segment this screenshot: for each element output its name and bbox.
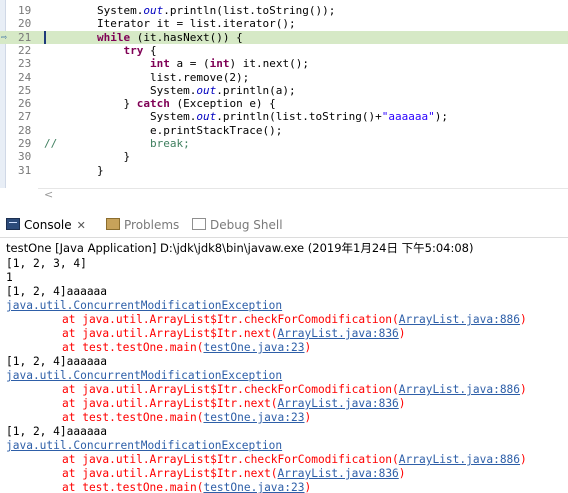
tab-console[interactable]: Console ✕: [6, 216, 86, 236]
console-stdout-line: [1, 2, 4]aaaaaa: [6, 285, 108, 298]
code-text: list.remove(2);: [44, 70, 250, 84]
tab-debug-shell-label: Debug Shell: [210, 218, 283, 232]
code-line[interactable]: 22 try {: [0, 44, 568, 57]
line-number: 29: [18, 137, 32, 150]
console-exception-line: java.util.ConcurrentModificationExceptio…: [6, 369, 566, 383]
source-location-link[interactable]: ArrayList.java:836: [278, 327, 399, 340]
exception-type-link[interactable]: java.util.ConcurrentModificationExceptio…: [6, 439, 282, 452]
code-line[interactable]: 23 int a = (int) it.next();: [0, 57, 568, 70]
source-location-link[interactable]: ArrayList.java:836: [278, 397, 399, 410]
console-stack-frame: at java.util.ArrayList$Itr.checkForComod…: [62, 383, 527, 396]
console-stack-frame: at java.util.ArrayList$Itr.next(ArrayLis…: [62, 327, 406, 340]
console-icon: [6, 218, 20, 230]
code-line[interactable]: 28 e.printStackTrace();: [0, 124, 568, 137]
line-number: 23: [18, 57, 32, 71]
code-line[interactable]: 24 list.remove(2);: [0, 71, 568, 84]
exception-type-link[interactable]: java.util.ConcurrentModificationExceptio…: [6, 369, 282, 382]
console-stack-frame: at java.util.ArrayList$Itr.checkForComod…: [62, 453, 527, 466]
tab-problems-label: Problems: [124, 218, 180, 232]
debug-shell-icon: [192, 218, 206, 230]
code-text: try {: [123, 43, 157, 57]
code-line[interactable]: 27 System.out.println(list.toString()+"a…: [0, 110, 568, 123]
code-text: System.out.println(list.toString()+"aaaa…: [44, 110, 449, 124]
code-text: System.out.println(list.toString());: [44, 4, 336, 17]
line-number: 24: [18, 70, 32, 84]
console-stdout-line: [1, 2, 3, 4]: [6, 257, 87, 270]
tab-problems[interactable]: Problems: [106, 216, 179, 236]
code-editor[interactable]: 19 System.out.println(list.toString()); 2…: [0, 0, 568, 188]
code-text: Iterator it = list.iterator();: [44, 17, 296, 31]
line-number: 25: [18, 83, 32, 97]
current-code-line[interactable]: ⇨ 21 while (it.hasNext()) {: [0, 30, 568, 44]
code-line[interactable]: 30 }: [0, 150, 568, 163]
editor-horizontal-scrollbar[interactable]: <: [38, 188, 568, 202]
code-line[interactable]: 25 System.out.println(a);: [0, 84, 568, 97]
console-stdout-line: [1, 2, 4]aaaaaa: [6, 425, 108, 438]
source-location-link[interactable]: ArrayList.java:886: [399, 383, 520, 396]
code-text: }: [44, 150, 131, 164]
code-text: }: [44, 163, 104, 177]
source-location-link[interactable]: ArrayList.java:886: [399, 313, 520, 326]
problems-icon: [106, 218, 120, 230]
debug-current-line-arrow-icon: ⇨: [1, 31, 8, 43]
source-location-link[interactable]: testOne.java:23: [203, 481, 304, 493]
line-number: 27: [18, 110, 32, 124]
console-output[interactable]: [1, 2, 3, 4] 1 [1, 2, 4]aaaaaa java.util.Co…: [6, 257, 566, 493]
console-stack-frame: at java.util.ArrayList$Itr.next(ArrayLis…: [62, 397, 406, 410]
line-number: 19: [18, 4, 32, 17]
line-number: 22: [18, 43, 32, 57]
line-number: 30: [18, 150, 32, 164]
exception-type-link[interactable]: java.util.ConcurrentModificationExceptio…: [6, 299, 282, 312]
tab-console-label: Console: [24, 218, 72, 232]
console-stack-frame: at test.testOne.main(testOne.java:23): [62, 341, 312, 354]
source-location-link[interactable]: ArrayList.java:886: [399, 453, 520, 466]
console-launch-description: testOne [Java Application] D:\jdk\jdk8\b…: [6, 241, 474, 255]
code-text: int a = (int) it.next();: [149, 57, 309, 71]
console-stack-frame: at test.testOne.main(testOne.java:23): [62, 411, 312, 424]
line-number: 20: [18, 17, 32, 31]
console-stdout-line: [1, 2, 4]aaaaaa: [6, 355, 108, 368]
source-location-link[interactable]: testOne.java:23: [203, 341, 304, 354]
code-line[interactable]: 29 // break;: [0, 137, 568, 150]
code-text: while (it.hasNext()) {: [96, 30, 243, 44]
source-location-link[interactable]: ArrayList.java:836: [278, 467, 399, 480]
code-text: } catch (Exception e) {: [44, 97, 276, 111]
code-text: System.out.println(a);: [44, 83, 296, 97]
console-exception-line: java.util.ConcurrentModificationExceptio…: [6, 299, 566, 313]
console-stack-frame: at test.testOne.main(testOne.java:23): [62, 481, 312, 493]
console-stack-frame: at java.util.ArrayList$Itr.checkForComod…: [62, 313, 527, 326]
line-number: 31: [18, 163, 32, 177]
code-text: // break;: [44, 137, 190, 150]
source-location-link[interactable]: testOne.java:23: [203, 411, 304, 424]
close-icon[interactable]: ✕: [77, 219, 86, 232]
code-line[interactable]: 20 Iterator it = list.iterator();: [0, 17, 568, 30]
code-line[interactable]: 26 } catch (Exception e) {: [0, 97, 568, 110]
code-line[interactable]: 31 }: [0, 164, 568, 177]
line-number: 28: [18, 123, 32, 137]
line-number: 21: [18, 30, 32, 44]
console-stdout-line: 1: [6, 271, 13, 284]
tab-debug-shell[interactable]: Debug Shell: [192, 216, 283, 236]
view-tab-bar: Console ✕ Problems Debug Shell: [0, 212, 568, 238]
console-exception-line: java.util.ConcurrentModificationExceptio…: [6, 439, 566, 453]
console-stack-frame: at java.util.ArrayList$Itr.next(ArrayLis…: [62, 467, 406, 480]
code-line[interactable]: 19 System.out.println(list.toString());: [0, 4, 568, 17]
line-number: 26: [18, 97, 32, 111]
scroll-left-arrow-icon[interactable]: <: [44, 188, 53, 201]
code-text: e.printStackTrace();: [44, 123, 283, 137]
